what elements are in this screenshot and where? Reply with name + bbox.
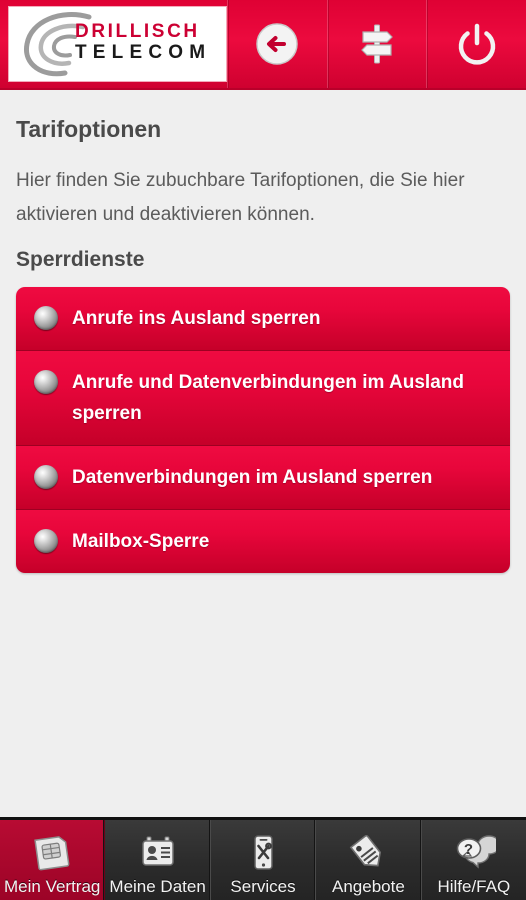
app-header: DRILLISCH TELECOM xyxy=(0,0,526,90)
phone-tools-icon xyxy=(241,831,285,875)
tab-label: Hilfe/FAQ xyxy=(437,877,511,896)
list-item[interactable]: Anrufe ins Ausland sperren xyxy=(16,287,510,351)
toggle-off-icon[interactable] xyxy=(34,370,58,394)
toggle-off-icon[interactable] xyxy=(34,306,58,330)
toggle-off-icon[interactable] xyxy=(34,465,58,489)
logo-wordmark: DRILLISCH TELECOM xyxy=(75,22,220,64)
list-item[interactable]: Datenverbindungen im Ausland sperren xyxy=(16,446,510,510)
option-list: Anrufe ins Ausland sperren Anrufe und Da… xyxy=(16,287,510,573)
brand-logo[interactable]: DRILLISCH TELECOM xyxy=(8,6,227,82)
tab-hilfe-faq[interactable]: ? Hilfe/FAQ xyxy=(421,820,526,900)
list-item[interactable]: Mailbox-Sperre xyxy=(16,510,510,573)
app-root: DRILLISCH TELECOM Tarifoptionen Hier fin… xyxy=(0,0,526,900)
tab-services[interactable]: Services xyxy=(210,820,317,900)
tab-mein-vertrag[interactable]: Mein Vertrag xyxy=(0,820,106,900)
tab-label: Mein Vertrag xyxy=(4,877,101,896)
toggle-off-icon[interactable] xyxy=(34,529,58,553)
tab-label: Angebote xyxy=(332,877,405,896)
svg-text:?: ? xyxy=(464,841,473,858)
logo-line-telecom: TELECOM xyxy=(75,42,212,63)
power-button[interactable] xyxy=(426,0,526,88)
price-tag-icon xyxy=(346,831,390,875)
power-icon xyxy=(458,23,495,65)
back-arrow-icon xyxy=(256,23,299,65)
speech-bubbles-question-icon: ? xyxy=(452,831,496,875)
list-item-label: Anrufe und Datenverbindungen im Ausland … xyxy=(72,372,464,424)
list-item-label: Mailbox-Sperre xyxy=(72,531,210,552)
logo-inner: DRILLISCH TELECOM xyxy=(15,11,220,77)
tab-angebote[interactable]: Angebote xyxy=(316,820,422,900)
section-title-sperrdienste: Sperrdienste xyxy=(16,248,145,271)
back-button[interactable] xyxy=(227,0,327,88)
tab-label: Services xyxy=(230,877,296,896)
sim-card-icon xyxy=(30,831,74,875)
list-item-label: Anrufe ins Ausland sperren xyxy=(72,308,321,329)
main-content: Tarifoptionen Hier finden Sie zubuchbare… xyxy=(0,90,526,817)
signpost-button[interactable] xyxy=(326,0,427,88)
bottom-tab-bar: Mein Vertrag Meine Daten Services Angebo… xyxy=(0,817,526,900)
tab-meine-daten[interactable]: Meine Daten xyxy=(105,820,211,900)
page-title: Tarifoptionen xyxy=(16,116,162,142)
tab-label: Meine Daten xyxy=(109,877,206,896)
logo-line-drillisch: DRILLISCH xyxy=(75,21,200,42)
list-item[interactable]: Anrufe und Datenverbindungen im Ausland … xyxy=(16,351,510,446)
list-item-label: Datenverbindungen im Ausland sperren xyxy=(72,467,433,488)
id-card-icon xyxy=(136,831,180,875)
page-description: Hier finden Sie zubuchbare Tarifoptionen… xyxy=(16,170,465,225)
signpost-icon xyxy=(361,24,393,64)
